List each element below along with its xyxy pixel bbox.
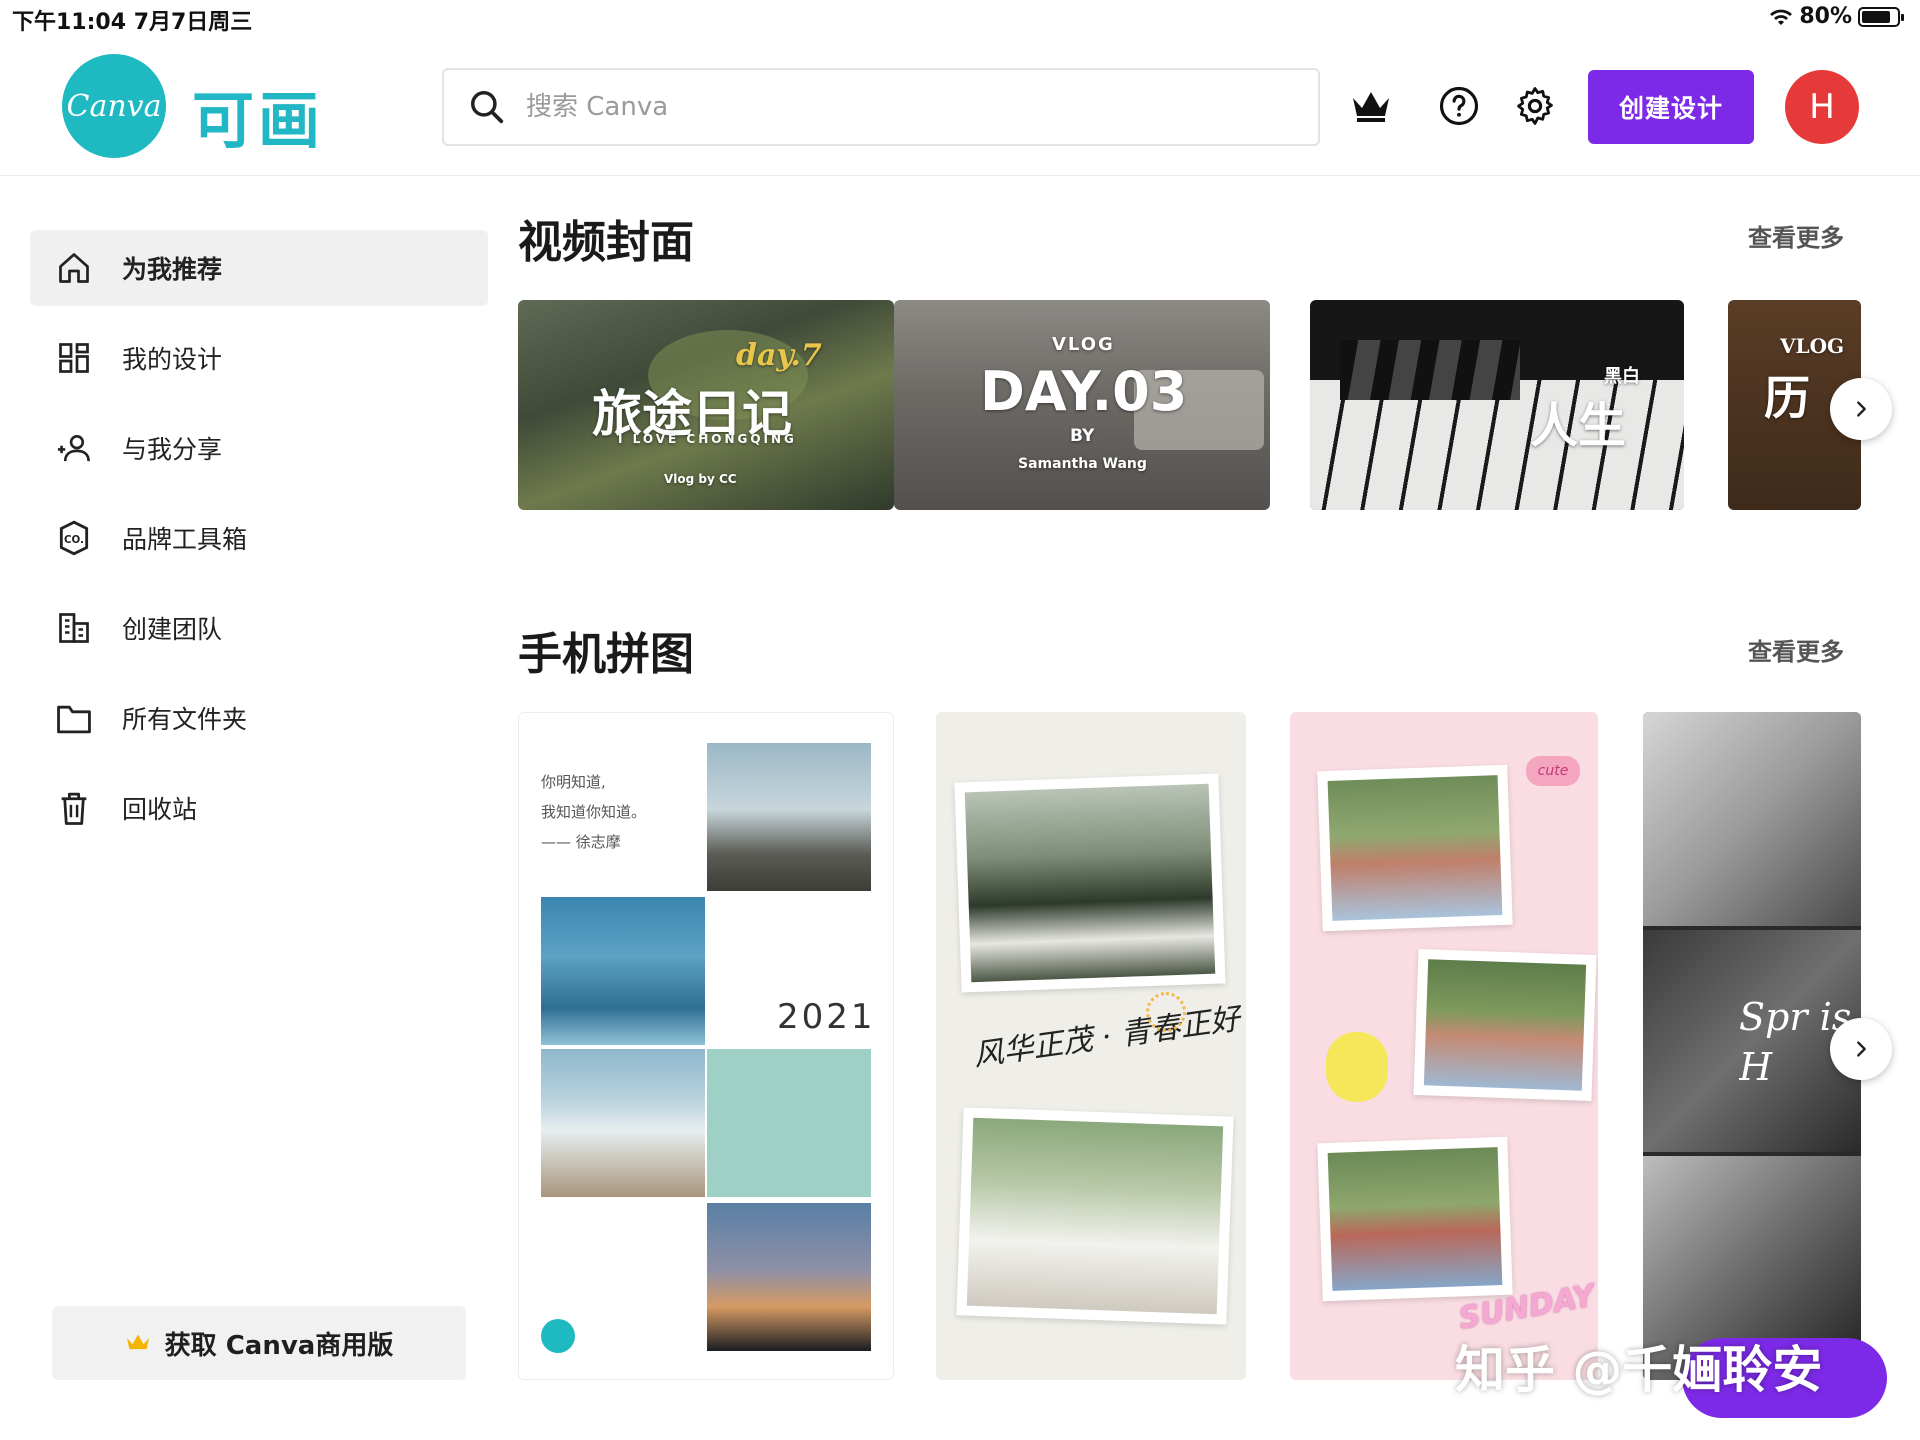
gear-icon[interactable] — [1512, 83, 1558, 129]
sidebar-item-label: 品牌工具箱 — [122, 525, 248, 554]
logo-text: Canva — [66, 88, 162, 124]
sidebar-item-folders[interactable]: 所有文件夹 — [30, 680, 488, 756]
people-icon — [54, 428, 94, 468]
cover-subtitle: I LOVE CHONGQING — [618, 432, 797, 446]
create-design-button[interactable]: 创建设计 — [1588, 70, 1754, 144]
chevron-right-icon — [1857, 1041, 1866, 1057]
canva-badge — [541, 1319, 575, 1353]
top-header: Canva 可画 创建设计 H — [0, 36, 1920, 176]
template-card[interactable]: day.7 旅途日记 I LOVE CHONGQING Vlog by CC — [518, 300, 894, 510]
cute-badge: cute — [1526, 756, 1580, 786]
sidebar-item-label: 创建团队 — [122, 615, 223, 644]
sidebar-item-my-designs[interactable]: 我的设计 — [30, 320, 488, 396]
portrait-photo — [1423, 959, 1587, 1091]
cover-label: VLOG — [1052, 334, 1115, 355]
see-more-video-covers[interactable]: 查看更多 — [1748, 218, 1844, 253]
year-text: 2021 — [777, 997, 876, 1037]
cover-by: BY — [1070, 426, 1095, 446]
canva-logo[interactable]: Canva — [62, 54, 166, 158]
brand-icon: CO. — [54, 518, 94, 558]
trash-icon — [54, 788, 94, 828]
section-title-video-covers: 视频封面 — [518, 217, 694, 268]
poem-line: —— 徐志摩 — [541, 833, 621, 851]
crown-icon — [126, 1334, 149, 1350]
sidebar-item-trash[interactable]: 回收站 — [30, 770, 488, 846]
cover-title: DAY.03 — [980, 360, 1188, 423]
avatar[interactable]: H — [1785, 70, 1859, 144]
poem-line: 你明知道, — [541, 773, 606, 791]
cover-author: Samantha Wang — [1018, 456, 1147, 472]
logo-chinese[interactable]: 可画 — [192, 70, 324, 160]
photo-frame — [1317, 1136, 1513, 1302]
lantern-photo — [707, 1203, 871, 1351]
handwriting-text: 风华正茂 · 青春正好 — [971, 1001, 1243, 1074]
section-title-phone-collage: 手机拼图 — [518, 629, 694, 680]
sidebar: 为我推荐 我的设计 与我分享 CO. 品牌工具箱 创建团队 所有文件夹 回收站 — [30, 230, 488, 860]
battery-percent: 80% — [1799, 4, 1852, 29]
template-card[interactable]: Spr is H — [1643, 712, 1861, 1380]
beach-photo — [541, 1049, 705, 1197]
group-photo — [964, 783, 1216, 983]
cover-subtitle: 黑白 — [1604, 366, 1640, 387]
grid-icon — [54, 338, 94, 378]
search-bar[interactable] — [442, 68, 1320, 146]
sidebar-item-label: 我的设计 — [122, 345, 223, 374]
sidebar-item-label: 与我分享 — [122, 435, 223, 464]
sun-doodle — [1146, 992, 1186, 1032]
sea-photo — [541, 897, 705, 1045]
sidebar-item-create-team[interactable]: 创建团队 — [30, 590, 488, 666]
sidebar-item-recommended[interactable]: 为我推荐 — [30, 230, 488, 306]
sidebar-item-label: 所有文件夹 — [122, 705, 248, 734]
template-card[interactable]: 人生 黑白 — [1310, 300, 1684, 510]
template-card[interactable]: cute SUNDAY — [1290, 712, 1598, 1380]
poem-text: 你明知道, 我知道你知道。 —— 徐志摩 — [541, 767, 646, 857]
template-card[interactable]: 你明知道, 我知道你知道。 —— 徐志摩 2021 — [518, 712, 894, 1380]
get-pro-label: 获取 Canva商用版 — [164, 1330, 394, 1361]
svg-text:CO.: CO. — [64, 534, 84, 546]
search-icon — [471, 91, 504, 124]
see-more-phone-collage[interactable]: 查看更多 — [1748, 632, 1844, 667]
bear-sticker — [1326, 1032, 1388, 1102]
folder-icon — [54, 698, 94, 738]
portrait-photo — [1327, 775, 1503, 921]
photo-frame — [954, 773, 1226, 993]
portrait-photo — [1643, 712, 1861, 926]
get-pro-button[interactable]: 获取 Canva商用版 — [52, 1306, 466, 1380]
photo-frame — [1317, 764, 1513, 932]
help-icon[interactable] — [1436, 83, 1482, 129]
next-arrow-button[interactable] — [1830, 1018, 1892, 1080]
cover-title: 历 — [1764, 371, 1810, 425]
building-icon — [54, 608, 94, 648]
mountain-photo — [707, 743, 871, 891]
piano-black-keys — [1340, 340, 1520, 400]
photo-frame — [956, 1107, 1234, 1325]
cover-label: VLOG — [1780, 334, 1845, 358]
home-icon — [54, 248, 94, 288]
next-arrow-button[interactable] — [1830, 378, 1892, 440]
template-card[interactable]: 风华正茂 · 青春正好 — [936, 712, 1246, 1380]
portrait-photo — [1327, 1147, 1503, 1291]
status-bar: 下午11:04 7月7日周三 80% — [0, 0, 1920, 36]
cover-script-text: day.7 — [736, 338, 822, 373]
sidebar-item-label: 回收站 — [122, 795, 198, 824]
sidebar-item-brand-kit[interactable]: CO. 品牌工具箱 — [30, 500, 488, 576]
sidebar-item-label: 为我推荐 — [122, 255, 223, 284]
watermark: 知乎 @千婳聆安 — [1455, 1341, 1823, 1399]
template-card[interactable]: VLOG DAY.03 BY Samantha Wang — [894, 300, 1270, 510]
wifi-icon — [1770, 9, 1793, 25]
photo-frame — [1413, 948, 1597, 1102]
cover-title: 人生 — [1530, 398, 1627, 454]
cover-author: Vlog by CC — [664, 472, 737, 486]
friends-photo — [966, 1117, 1224, 1315]
sidebar-item-shared[interactable]: 与我分享 — [30, 410, 488, 486]
battery-icon — [1858, 6, 1904, 27]
mint-block — [707, 1049, 871, 1197]
status-right: 80% — [1769, 4, 1904, 29]
poem-line: 我知道你知道。 — [541, 803, 647, 821]
search-input[interactable] — [526, 92, 1286, 122]
status-time: 下午11:04 7月7日周三 — [12, 10, 253, 35]
crown-icon[interactable] — [1348, 83, 1394, 129]
chevron-right-icon — [1857, 401, 1866, 417]
